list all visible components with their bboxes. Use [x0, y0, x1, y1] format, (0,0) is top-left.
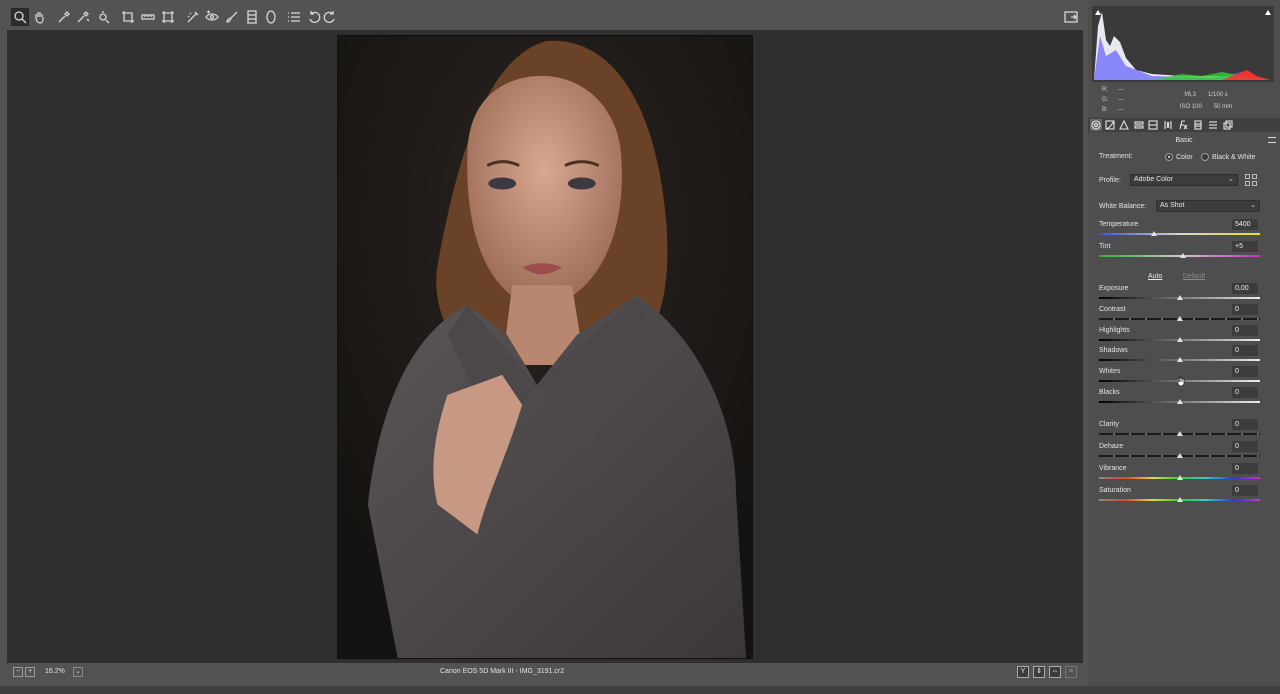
status-bar: − + 16.2% ⌄ Canon EOS 5D Mark III - IMG_… — [7, 663, 1083, 681]
panel-title: Basic — [1175, 137, 1193, 144]
treatment-bw-label[interactable]: Black & White — [1212, 154, 1256, 161]
shadows-thumb[interactable] — [1176, 357, 1183, 362]
exposure-value[interactable]: 0,00 — [1232, 283, 1258, 294]
before-after-views-button[interactable]: Y — [1017, 666, 1029, 678]
copy-settings-button[interactable]: ⇔ — [1049, 666, 1061, 678]
exif-info: f/6,3 1/100 s ISO 100 50 mm — [1166, 89, 1246, 113]
targeted-adjustment-icon[interactable] — [94, 8, 112, 26]
clarity-value[interactable]: 0 — [1232, 419, 1258, 430]
auto-link[interactable]: Auto — [1148, 273, 1162, 280]
treatment-label: Treatment: — [1099, 153, 1133, 160]
zoom-level: 16.2% — [45, 668, 65, 675]
highlight-clipping-warning-icon[interactable] — [1265, 10, 1271, 15]
effects-tab-icon[interactable] — [1177, 119, 1189, 131]
dehaze-thumb[interactable] — [1176, 453, 1183, 458]
window-bottom-edge — [0, 686, 1280, 694]
color-sampler-icon[interactable] — [74, 8, 92, 26]
adjustments-panel: R: --- G: --- B: --- f/6,3 1/100 s ISO 100 50… — [1088, 0, 1280, 686]
blacks-value[interactable]: 0 — [1232, 387, 1258, 398]
vibrance-thumb[interactable] — [1176, 475, 1183, 480]
toggle-fullscreen-icon[interactable] — [1062, 8, 1080, 26]
shutter-speed: 1/100 s — [1208, 92, 1228, 98]
rotate-cw-icon[interactable] — [321, 8, 339, 26]
red-eye-icon[interactable] — [203, 8, 221, 26]
panel-menu-icon[interactable] — [1268, 137, 1276, 143]
radial-filter-icon[interactable] — [262, 8, 280, 26]
toolbar — [7, 6, 1083, 30]
snapshots-tab-icon[interactable] — [1222, 119, 1234, 131]
preview-image — [337, 35, 753, 659]
clarity-thumb[interactable] — [1176, 431, 1183, 436]
hand-tool-icon[interactable] — [30, 8, 48, 26]
presets-tab-icon[interactable] — [1207, 119, 1219, 131]
saturation-value[interactable]: 0 — [1232, 485, 1258, 496]
contrast-value[interactable]: 0 — [1232, 304, 1258, 315]
aperture: f/6,3 — [1184, 92, 1196, 98]
toggle-before-after-button[interactable]: ⇕ — [1033, 666, 1045, 678]
white-balance-select[interactable]: As Shot ⌄ — [1156, 200, 1260, 212]
histogram — [1092, 6, 1274, 82]
rgb-readout: R: --- G: --- B: --- — [1102, 87, 1125, 113]
saturation-thumb[interactable] — [1176, 497, 1183, 502]
detail-tab-icon[interactable] — [1118, 119, 1130, 131]
zoom-tool-icon[interactable] — [11, 8, 29, 26]
temperature-thumb[interactable] — [1150, 231, 1157, 236]
highlights-value[interactable]: 0 — [1232, 325, 1258, 336]
zoom-in-button[interactable]: + — [25, 667, 35, 677]
tint-value[interactable]: +5 — [1232, 241, 1258, 252]
blacks-thumb[interactable] — [1176, 399, 1183, 404]
hsl-tab-icon[interactable] — [1133, 119, 1145, 131]
panel-tabs — [1088, 118, 1280, 132]
exposure-thumb[interactable] — [1176, 295, 1183, 300]
treatment-bw-radio[interactable] — [1201, 153, 1209, 161]
calibration-tab-icon[interactable] — [1192, 119, 1204, 131]
zoom-dropdown-chevron-icon[interactable]: ⌄ — [73, 667, 83, 677]
graduated-filter-icon[interactable] — [243, 8, 261, 26]
white-balance-label: White Balance: — [1099, 203, 1147, 210]
camera-raw-window: − + 16.2% ⌄ Canon EOS 5D Mark III - IMG_… — [0, 0, 1280, 694]
spot-removal-icon[interactable] — [184, 8, 202, 26]
adjustment-brush-icon[interactable] — [223, 8, 241, 26]
mouse-cursor-icon — [1177, 376, 1185, 386]
transform-tool-icon[interactable] — [159, 8, 177, 26]
basic-tab-icon[interactable] — [1090, 119, 1102, 131]
split-toning-tab-icon[interactable] — [1147, 119, 1159, 131]
vibrance-value[interactable]: 0 — [1232, 463, 1258, 474]
focal-length: 50 mm — [1213, 104, 1233, 110]
whites-value[interactable]: 0 — [1232, 366, 1258, 377]
lens-corrections-tab-icon[interactable] — [1162, 119, 1174, 131]
straighten-tool-icon[interactable] — [139, 8, 157, 26]
file-name[interactable]: Canon EOS 5D Mark III - IMG_3191.cr2 — [440, 668, 564, 675]
treatment-color-radio[interactable] — [1165, 153, 1173, 161]
tone-curve-tab-icon[interactable] — [1104, 119, 1116, 131]
white-balance-tool-icon[interactable] — [55, 8, 73, 26]
contrast-thumb[interactable] — [1176, 316, 1183, 321]
temperature-value[interactable]: 5400 — [1232, 219, 1258, 230]
treatment-color-label[interactable]: Color — [1176, 154, 1193, 161]
zoom-out-button[interactable]: − — [13, 667, 23, 677]
shadows-value[interactable]: 0 — [1232, 345, 1258, 356]
shadow-clipping-warning-icon[interactable] — [1095, 10, 1101, 15]
profile-label: Profile: — [1099, 177, 1121, 184]
profile-browser-icon[interactable] — [1245, 174, 1257, 186]
tint-thumb[interactable] — [1179, 253, 1186, 258]
crop-tool-icon[interactable] — [119, 8, 137, 26]
dehaze-value[interactable]: 0 — [1232, 441, 1258, 452]
preview-preferences-icon[interactable]: ≡ — [1065, 666, 1077, 678]
presets-list-icon[interactable] — [285, 8, 303, 26]
highlights-thumb[interactable] — [1176, 337, 1183, 342]
iso: ISO 100 — [1179, 104, 1202, 110]
default-link[interactable]: Default — [1183, 273, 1205, 280]
profile-select[interactable]: Adobe Color ⌄ — [1130, 174, 1238, 186]
